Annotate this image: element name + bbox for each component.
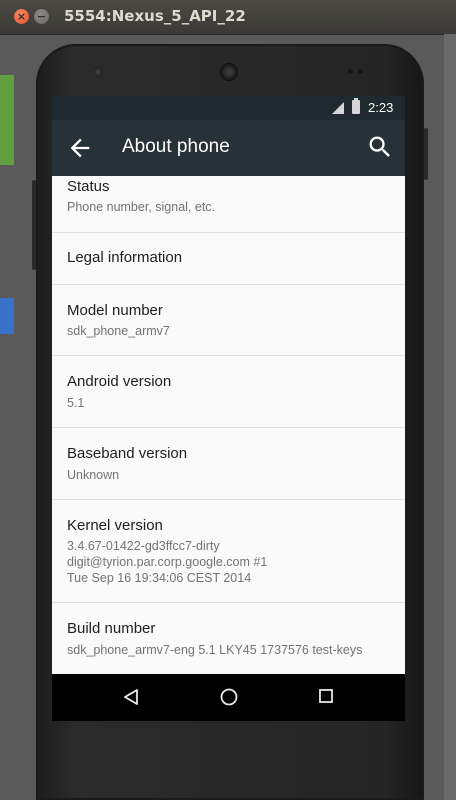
window-close-button[interactable]: × — [14, 9, 29, 24]
window-titlebar: × − 5554:Nexus_5_API_22 — [0, 0, 456, 35]
app-bar: About phone — [52, 120, 405, 176]
desktop-background-right — [444, 34, 456, 800]
settings-item-title: Baseband version — [67, 445, 188, 462]
settings-item-status[interactable]: Status Phone number, signal, etc. — [52, 176, 405, 233]
proximity-sensor — [348, 69, 353, 74]
phone-screen: 2:23 About phone Status Phone number, si… — [52, 96, 405, 721]
settings-item-android-version[interactable]: Android version 5.1 — [52, 356, 405, 428]
navigation-bar — [52, 674, 405, 721]
settings-item-kernel-version[interactable]: Kernel version 3.4.67-01422-gd3ffcc7-dir… — [52, 500, 405, 603]
window-minimize-button[interactable]: − — [34, 9, 49, 24]
status-bar: 2:23 — [52, 96, 405, 120]
settings-item-title: Model number — [67, 302, 163, 319]
front-camera — [93, 67, 103, 77]
settings-item-subtitle: Unknown — [67, 468, 120, 482]
earpiece-speaker — [220, 63, 238, 81]
settings-item-legal-information[interactable]: Legal information — [52, 233, 405, 285]
light-sensor — [358, 69, 363, 74]
desktop-background-left — [0, 75, 14, 165]
search-icon[interactable] — [366, 133, 394, 161]
settings-item-subtitle: sdk_phone_armv7-eng 5.1 LKY45 1737576 te… — [67, 643, 363, 657]
settings-list: Status Phone number, signal, etc. Legal … — [52, 176, 405, 674]
settings-item-baseband-version[interactable]: Baseband version Unknown — [52, 428, 405, 500]
nav-home-icon[interactable] — [219, 687, 239, 707]
battery-icon — [352, 98, 360, 114]
desktop-background-left-blue — [0, 298, 14, 334]
settings-item-model-number[interactable]: Model number sdk_phone_armv7 — [52, 285, 405, 356]
settings-item-build-number[interactable]: Build number sdk_phone_armv7-eng 5.1 LKY… — [52, 603, 405, 674]
settings-item-title: Legal information — [67, 249, 183, 266]
volume-button[interactable] — [32, 180, 36, 270]
settings-item-title: Status — [67, 178, 110, 195]
status-time: 2:23 — [368, 100, 394, 115]
nav-back-icon[interactable] — [122, 688, 140, 706]
settings-item-subtitle: 3.4.67-01422-gd3ffcc7-dirty digit@tyrion… — [67, 539, 268, 585]
signal-icon — [332, 102, 344, 114]
settings-item-title: Build number — [67, 620, 156, 637]
settings-item-subtitle: 5.1 — [67, 396, 85, 410]
nav-recents-icon[interactable] — [318, 688, 334, 704]
page-title: About phone — [122, 136, 230, 157]
window-title: 5554:Nexus_5_API_22 — [64, 7, 246, 25]
arrow-back-icon[interactable] — [66, 134, 94, 162]
settings-item-subtitle: sdk_phone_armv7 — [67, 324, 170, 338]
settings-item-title: Kernel version — [67, 517, 163, 534]
settings-item-title: Android version — [67, 373, 172, 390]
power-button[interactable] — [424, 128, 428, 180]
settings-item-subtitle: Phone number, signal, etc. — [67, 200, 216, 214]
